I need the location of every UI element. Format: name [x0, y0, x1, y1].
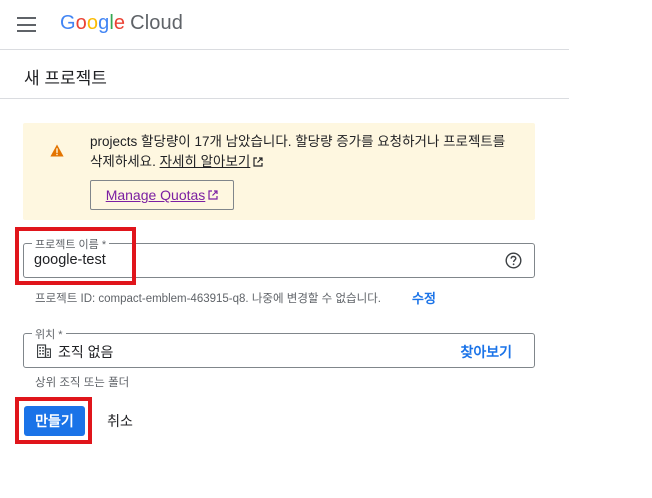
manage-quotas-button[interactable]: Manage Quotas — [90, 180, 234, 210]
location-hint: 상위 조직 또는 폴더 — [35, 377, 130, 389]
quota-warning-banner: projects 할당량이 17개 남았습니다. 할당량 증가를 요청하거나 프… — [23, 123, 535, 220]
external-link-icon — [253, 157, 263, 167]
warning-icon — [50, 144, 64, 157]
project-name-label: 프로젝트 이름 * — [32, 236, 110, 252]
project-name-field[interactable]: 프로젝트 이름 * google-test — [23, 236, 535, 278]
learn-more-label: 자세히 알아보기 — [159, 154, 251, 169]
hamburger-menu-icon[interactable] — [17, 17, 36, 32]
help-icon[interactable] — [505, 252, 522, 269]
location-field[interactable]: 위치 * 조직 없음 찾아보기 — [23, 326, 535, 368]
logo-letter: g — [98, 12, 110, 34]
quota-warning-text: projects 할당량이 17개 남았습니다. 할당량 증가를 요청하거나 프… — [90, 132, 520, 172]
project-name-input[interactable]: google-test — [34, 252, 106, 268]
location-value: 조직 없음 — [58, 344, 114, 360]
page-header: 새 프로젝트 — [0, 50, 569, 99]
organization-icon — [37, 344, 51, 358]
google-cloud-logo[interactable]: Google Cloud — [60, 12, 183, 35]
logo-letter: o — [86, 12, 99, 34]
manage-quotas-label: Manage Quotas — [105, 187, 206, 203]
project-id-hint: 프로젝트 ID: compact-emblem-463915-q8. 나중에 변… — [35, 293, 381, 305]
create-button[interactable]: 만들기 — [24, 406, 85, 436]
browse-location-button[interactable]: 찾아보기 — [460, 342, 512, 362]
location-label: 위치 * — [32, 326, 66, 342]
logo-letter: o — [75, 12, 87, 34]
learn-more-link[interactable]: 자세히 알아보기 — [160, 154, 264, 169]
logo-product-name: Cloud — [130, 12, 183, 34]
top-app-bar: Google Cloud — [0, 0, 569, 50]
edit-project-id-button[interactable]: 수정 — [412, 288, 436, 307]
external-link-icon — [208, 190, 218, 200]
page-title: 새 프로젝트 — [24, 69, 107, 88]
quota-warning-message: projects 할당량이 17개 남았습니다. 할당량 증가를 요청하거나 프… — [90, 134, 506, 169]
logo-letter: e — [113, 12, 126, 34]
logo-letter: G — [60, 12, 76, 34]
cancel-button[interactable]: 취소 — [100, 406, 140, 436]
